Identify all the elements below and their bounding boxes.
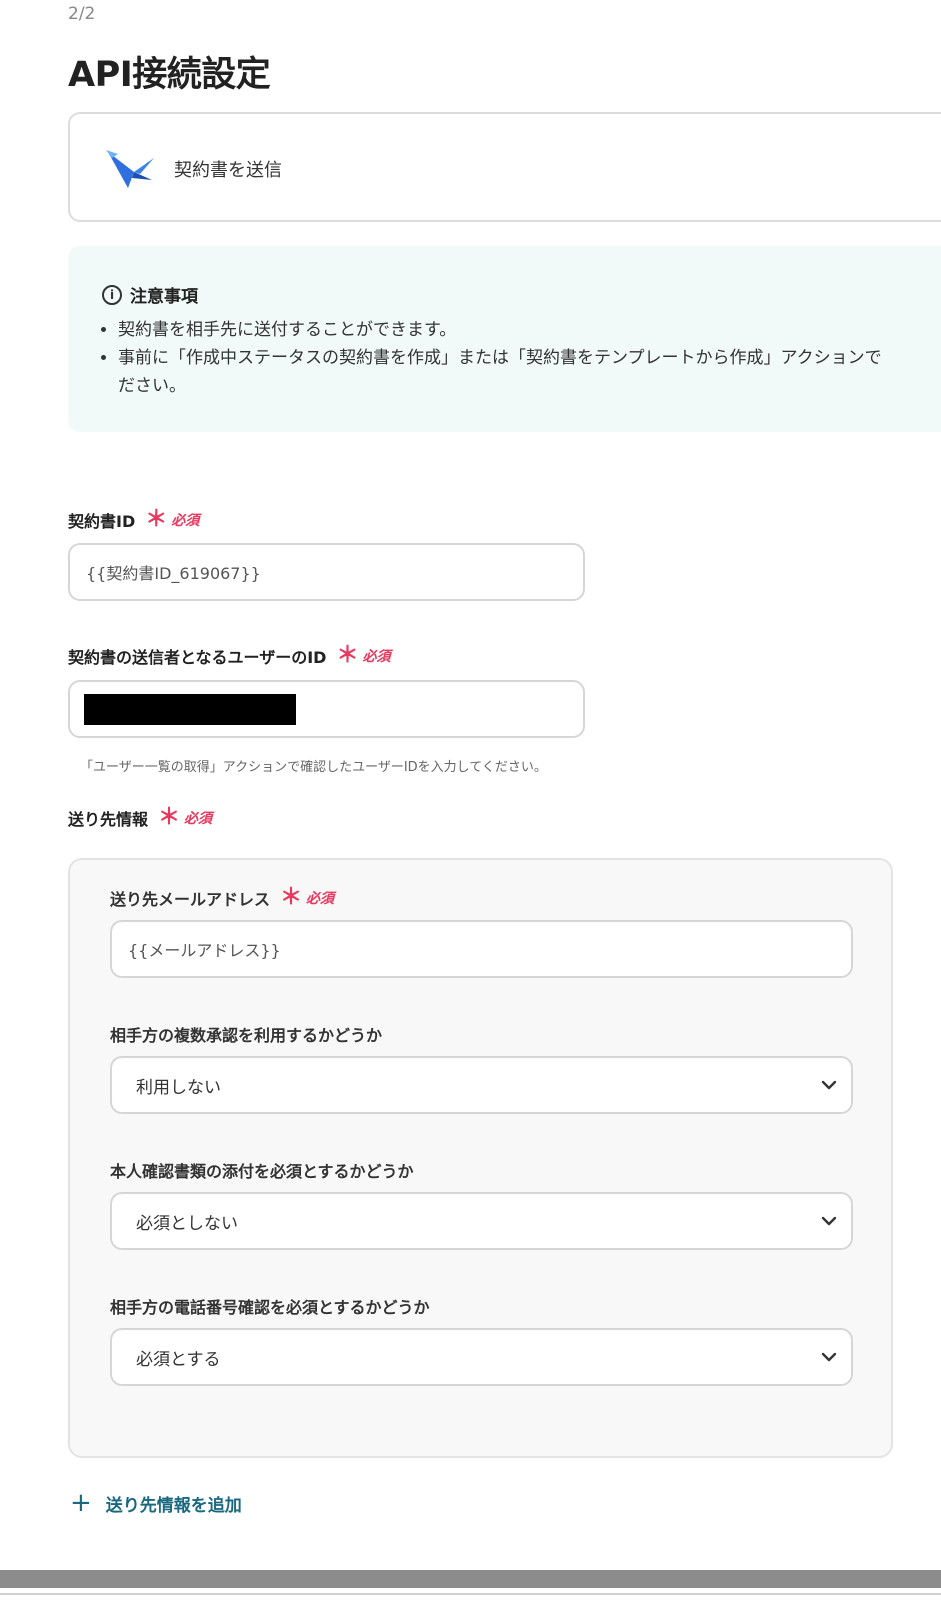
recipient-email-label: 送り先メールアドレス ＊ 必須 <box>110 886 334 910</box>
plus-icon: + <box>70 1488 92 1518</box>
sender-user-id-input[interactable] <box>68 680 585 738</box>
action-card: 契約書を送信 <box>68 112 941 222</box>
notice-panel: i 注意事項 契約書を相手先に送付することができます。 事前に「作成中ステータス… <box>68 246 941 432</box>
page-title: API接続設定 <box>68 55 271 95</box>
required-star-icon: ＊ <box>158 805 181 830</box>
paper-plane-bird-icon <box>106 150 154 188</box>
sender-user-id-label: 契約書の送信者となるユーザーのID ＊ 必須 <box>68 644 390 668</box>
required-badge: 必須 <box>306 891 335 907</box>
sender-user-id-hint: 「ユーザー一覧の取得」アクションで確認したユーザーIDを入力してください。 <box>80 760 547 775</box>
field-label-text: 契約書の送信者となるユーザーのID <box>68 648 327 667</box>
recipient-info-label: 送り先情報 ＊ 必須 <box>68 806 212 830</box>
contract-id-input[interactable]: {{契約書ID_619067}} <box>68 543 585 601</box>
required-badge: 必須 <box>184 811 213 827</box>
bottom-divider <box>0 1593 941 1595</box>
notice-list: 契約書を相手先に送付することができます。 事前に「作成中ステータスの契約書を作成… <box>94 316 941 400</box>
recipient-group: 送り先メールアドレス ＊ 必須 {{メールアドレス}} 相手方の複数承認を利用す… <box>68 858 893 1458</box>
phone-verification-select[interactable]: 必須とする <box>110 1328 853 1386</box>
notice-title: 注意事項 <box>130 287 198 307</box>
input-value: {{契約書ID_619067}} <box>86 564 261 583</box>
field-label-text: 契約書ID <box>68 512 136 531</box>
field-label-text: 送り先メールアドレス <box>110 890 271 909</box>
redacted-value <box>84 694 296 725</box>
multi-approval-select[interactable]: 利用しない <box>110 1056 853 1114</box>
chevron-down-icon <box>821 1352 837 1362</box>
add-recipient-button[interactable]: + 送り先情報を追加 <box>70 1490 242 1516</box>
select-value: 利用しない <box>136 1077 221 1098</box>
notice-item: 事前に「作成中ステータスの契約書を作成」または「契約書をテンプレートから作成」ア… <box>118 344 941 400</box>
chevron-down-icon <box>821 1080 837 1090</box>
bottom-bar <box>0 1570 941 1588</box>
required-star-icon: ＊ <box>145 507 168 532</box>
action-label: 契約書を送信 <box>174 160 282 181</box>
id-document-label: 本人確認書類の添付を必須とするかどうか <box>110 1162 414 1181</box>
notice-item: 契約書を相手先に送付することができます。 <box>118 316 941 344</box>
recipient-email-input[interactable]: {{メールアドレス}} <box>110 920 853 978</box>
step-indicator: 2/2 <box>68 4 96 24</box>
input-value: {{メールアドレス}} <box>128 941 281 960</box>
notice-header: i 注意事項 <box>102 282 198 307</box>
id-document-select[interactable]: 必須としない <box>110 1192 853 1250</box>
field-label-text: 送り先情報 <box>68 810 149 829</box>
required-star-icon: ＊ <box>336 643 359 668</box>
select-value: 必須としない <box>136 1213 238 1234</box>
required-star-icon: ＊ <box>280 885 303 910</box>
phone-verification-label: 相手方の電話番号確認を必須とするかどうか <box>110 1298 430 1317</box>
info-icon: i <box>102 284 122 305</box>
required-badge: 必須 <box>171 513 200 529</box>
required-badge: 必須 <box>362 649 391 665</box>
select-value: 必須とする <box>136 1349 221 1370</box>
add-recipient-label: 送り先情報を追加 <box>105 1495 242 1516</box>
chevron-down-icon <box>821 1216 837 1226</box>
contract-id-label: 契約書ID ＊ 必須 <box>68 508 199 532</box>
multi-approval-label: 相手方の複数承認を利用するかどうか <box>110 1026 383 1045</box>
